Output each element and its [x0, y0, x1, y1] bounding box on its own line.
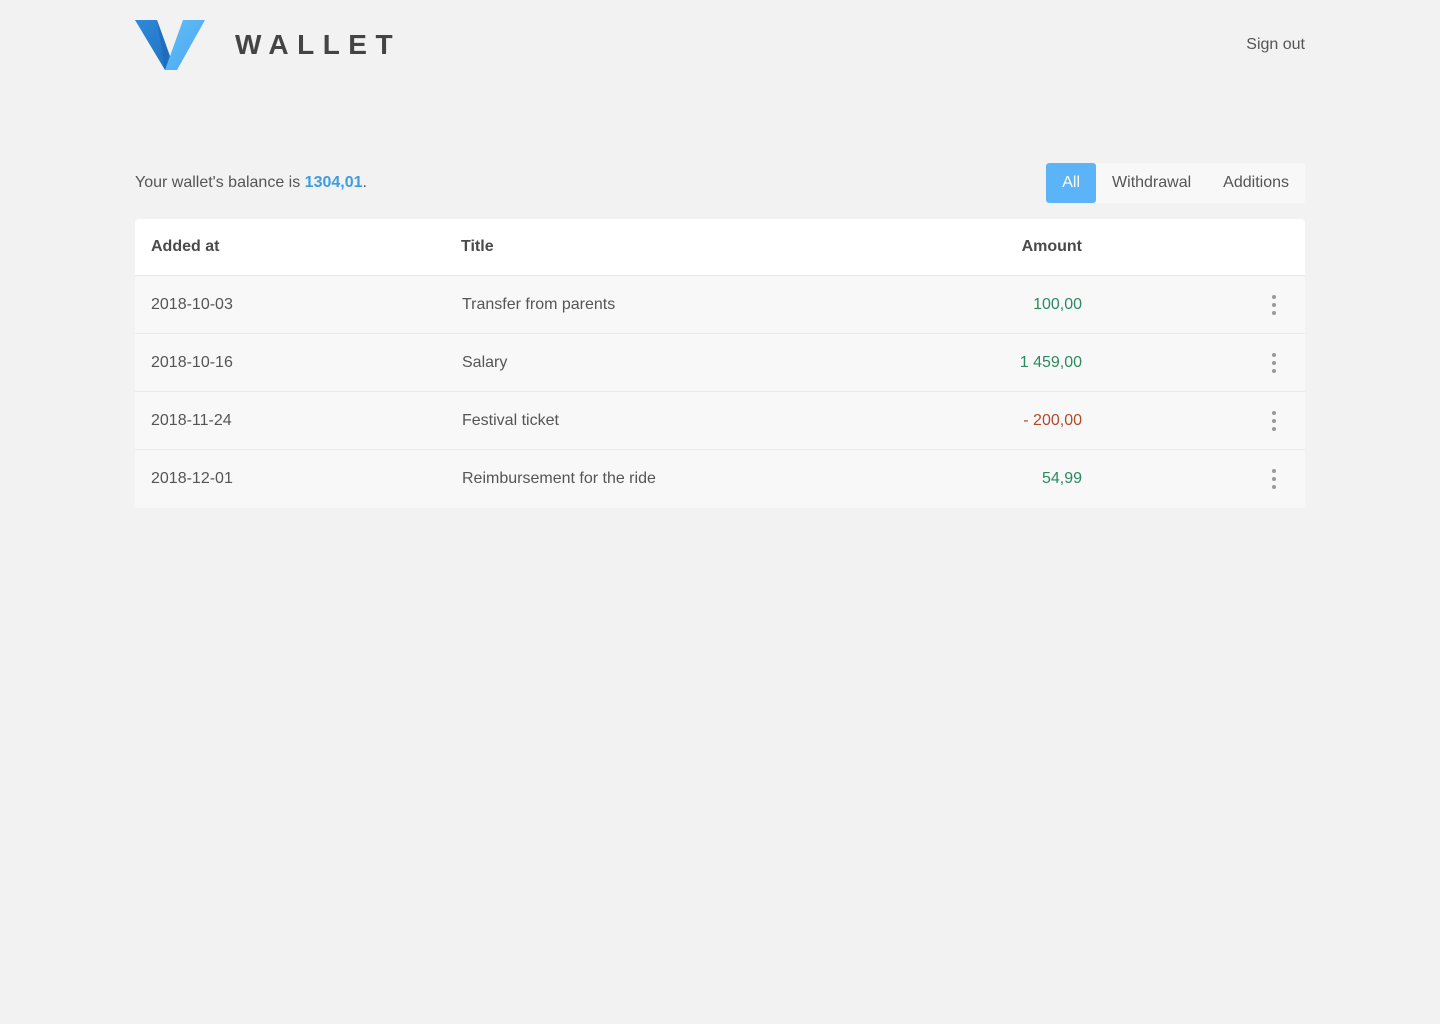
balance-text: Your wallet's balance is 1304,01.: [135, 174, 367, 192]
balance-amount: 1304,01: [304, 174, 363, 191]
brand[interactable]: WALLET: [135, 20, 401, 70]
filter-additions-button[interactable]: Additions: [1207, 163, 1305, 203]
row-title: Salary: [462, 353, 508, 371]
filter-all-button[interactable]: All: [1046, 163, 1097, 203]
row-menu-cell: [1082, 352, 1305, 373]
top-header: WALLET Sign out: [135, 20, 1305, 70]
row-amount: - 200,00: [1023, 411, 1082, 429]
wallet-page: WALLET Sign out Your wallet's balance is…: [0, 0, 1440, 1024]
header-amount: Amount: [1021, 238, 1082, 255]
table-row: 2018-10-03 Transfer from parents 100,00: [135, 276, 1305, 334]
row-title: Festival ticket: [462, 411, 559, 429]
more-vertical-icon[interactable]: [1269, 294, 1279, 315]
transaction-filter-group: All Withdrawal Additions: [1046, 163, 1305, 203]
brand-name: WALLET: [235, 29, 402, 60]
sign-out-link[interactable]: Sign out: [1246, 36, 1305, 54]
row-amount: 1 459,00: [1019, 353, 1082, 371]
balance-row: Your wallet's balance is 1304,01. All Wi…: [135, 163, 1305, 203]
more-vertical-icon[interactable]: [1269, 410, 1279, 431]
table-row: 2018-12-01 Reimbursement for the ride 54…: [135, 450, 1305, 508]
more-vertical-icon[interactable]: [1269, 352, 1279, 373]
row-menu-cell: [1082, 294, 1305, 315]
header-title: Title: [461, 238, 494, 255]
table-row: 2018-11-24 Festival ticket - 200,00: [135, 392, 1305, 450]
balance-suffix: .: [362, 174, 367, 191]
row-date: 2018-10-16: [151, 353, 233, 371]
more-vertical-icon[interactable]: [1269, 469, 1279, 489]
table-header-row: Added at Title Amount: [135, 219, 1305, 276]
row-amount: 54,99: [1041, 470, 1082, 487]
row-amount: 100,00: [1033, 295, 1082, 313]
row-date: 2018-12-01: [151, 470, 233, 487]
row-title: Transfer from parents: [462, 295, 616, 313]
transactions-table: Added at Title Amount 2018-10-03 Transfe…: [135, 219, 1305, 508]
header-added-at: Added at: [151, 238, 220, 255]
row-date: 2018-11-24: [151, 411, 232, 429]
balance-prefix: Your wallet's balance is: [135, 174, 305, 191]
row-menu-cell: [1082, 410, 1305, 431]
row-date: 2018-10-03: [151, 295, 233, 313]
filter-withdrawal-button[interactable]: Withdrawal: [1096, 163, 1207, 203]
wallet-logo-icon: [135, 20, 205, 70]
table-row: 2018-10-16 Salary 1 459,00: [135, 334, 1305, 392]
row-menu-cell: [1082, 469, 1305, 489]
row-title: Reimbursement for the ride: [462, 470, 656, 487]
